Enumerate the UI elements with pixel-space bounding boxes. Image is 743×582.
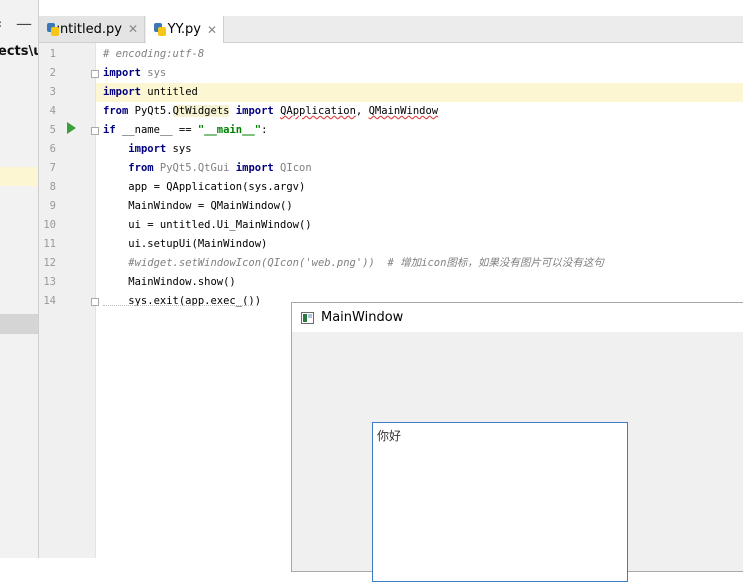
code-token: import [235,162,274,174]
tab-label: YY.py [167,22,201,37]
python-file-icon [154,23,166,36]
fold-marker-icon[interactable] [91,70,99,78]
qt-window-title: MainWindow [321,310,404,325]
line-number: 6 [49,143,56,155]
code-token: QMainWindow [368,105,439,117]
code-line[interactable]: MainWindow.show() [103,273,236,292]
line-number: 2 [49,67,56,79]
code-indent-guide [103,305,253,306]
code-token: QApplication [280,105,356,117]
window-app-icon [301,311,314,324]
code-token: sys [166,143,192,155]
code-token: ui.setupUi(MainWindow) [103,238,268,250]
code-token: import [103,67,141,79]
code-token: import [128,143,167,155]
project-panel: ‹ — ects\u [0,0,39,558]
code-token: app = QApplication(sys.argv) [103,181,306,193]
code-token: import [103,86,141,98]
hide-panel-icon[interactable]: ‹ [0,17,2,32]
code-token: MainWindow.show() [103,276,236,288]
code-line[interactable]: from PyQt5.QtGui import QIcon [103,159,312,178]
code-line[interactable]: app = QApplication(sys.argv) [103,178,305,197]
line-number: 14 [43,295,56,307]
project-tree-highlight [0,167,38,186]
fold-marker-icon[interactable] [91,127,99,135]
code-token: , [355,105,369,117]
line-number: 10 [43,219,56,231]
code-token: "__main__" [197,124,262,136]
python-file-icon [47,22,59,36]
code-token: ui = untitled.Ui_MainWindow() [103,219,312,231]
fold-marker-icon[interactable] [91,298,99,306]
code-line[interactable]: from PyQt5.QtWidgets import QApplication… [103,102,438,121]
code-token: # encoding:utf-8 [103,48,205,60]
project-tree-selected-row[interactable] [0,314,38,334]
line-number: 5 [49,124,56,136]
code-token: sys [140,67,167,79]
code-token: #widget.setWindowIcon(QIcon('web.png')) … [128,257,604,269]
line-number: 4 [49,105,56,117]
qt-main-window[interactable]: MainWindow 你好 [291,302,743,582]
code-token: import [235,105,274,117]
project-path-label[interactable]: ects\u [0,44,38,59]
code-line[interactable]: ui.setupUi(MainWindow) [103,235,267,254]
code-line[interactable]: sys.exit(app.exec_()) [103,292,261,311]
code-token: PyQt5. [128,105,173,117]
tab-yy-py[interactable]: YY.py ✕ [146,16,224,43]
line-number: 7 [49,162,56,174]
run-icon[interactable] [67,122,76,134]
code-line[interactable]: #widget.setWindowIcon(QIcon('web.png')) … [103,254,604,273]
code-token: from [103,105,129,117]
code-token: if [103,124,116,136]
code-token: MainWindow = QMainWindow() [103,200,293,212]
line-number: 1 [49,48,56,60]
line-number: 11 [43,238,56,250]
editor-tab-bar: untitled.py ✕ YY.py ✕ [39,16,743,43]
code-line[interactable]: import untitled [103,83,198,102]
line-number: 8 [49,181,56,193]
code-token: QtWidgets [172,105,230,117]
qt-text-edit[interactable]: 你好 [372,422,628,582]
qt-title-bar[interactable]: MainWindow [292,303,743,332]
code-token: PyQt5. [153,162,198,174]
code-line[interactable]: if __name__ == "__main__": [103,121,267,140]
tab-label: untitled.py [51,21,122,37]
close-icon[interactable]: ✕ [207,23,217,37]
code-line[interactable]: MainWindow = QMainWindow() [103,197,293,216]
line-number: 12 [43,257,56,269]
tab-untitled-py[interactable]: untitled.py ✕ [39,16,145,42]
code-line[interactable]: ui = untitled.Ui_MainWindow() [103,216,312,235]
collapse-icon[interactable]: — [16,14,32,33]
code-token: : [261,124,268,136]
qt-text-content: 你好 [377,429,402,443]
code-token: untitled [140,86,198,98]
line-number: 3 [49,86,56,98]
code-token: QIcon [273,162,312,174]
close-icon[interactable]: ✕ [128,22,138,36]
code-token: QtGui [197,162,230,174]
line-number: 13 [43,276,56,288]
code-line[interactable]: import sys [103,64,166,83]
code-line[interactable]: # encoding:utf-8 [103,45,204,64]
code-token: __name__ == [115,124,198,136]
line-number: 9 [49,200,56,212]
code-token: from [128,162,154,174]
code-line[interactable]: import sys [103,140,192,159]
